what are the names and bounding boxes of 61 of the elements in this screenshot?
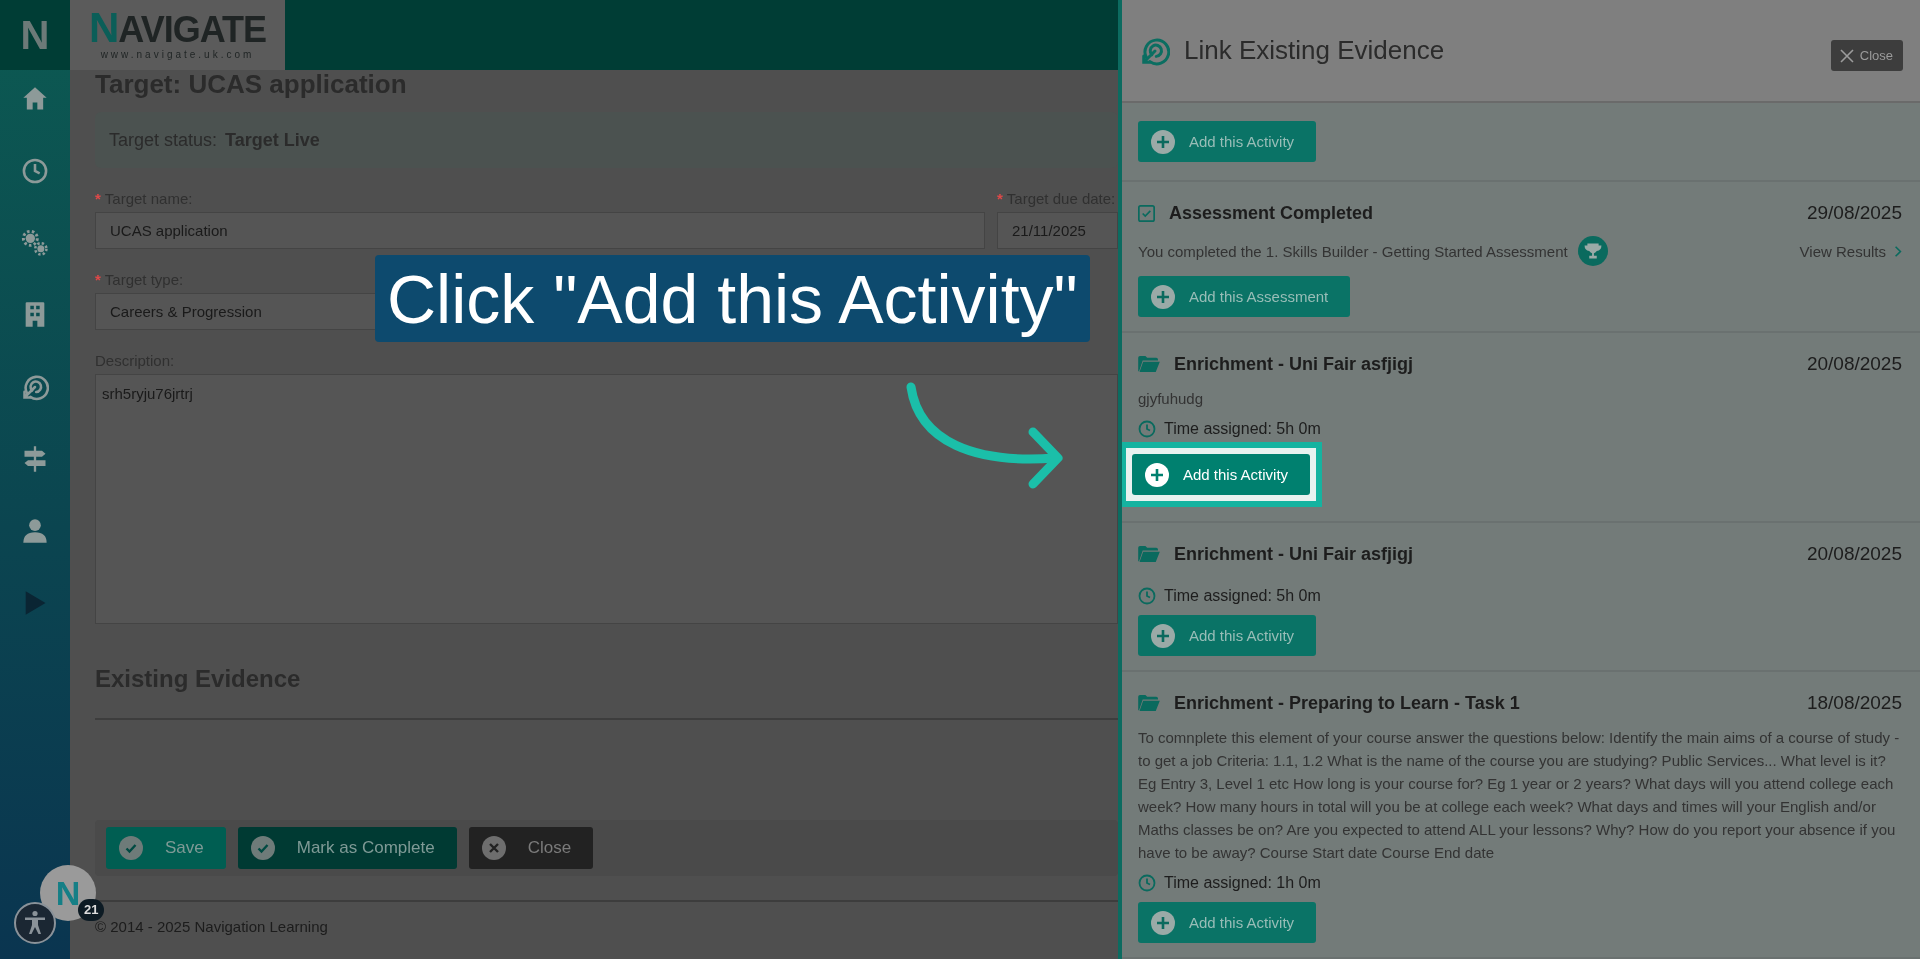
plus-icon bbox=[1151, 623, 1175, 648]
item-description: gjyfuhudg bbox=[1138, 389, 1205, 409]
check-icon bbox=[119, 836, 143, 860]
close-button[interactable]: Close bbox=[468, 827, 594, 869]
add-button[interactable]: Add this Assessment bbox=[1138, 276, 1351, 317]
folder-icon bbox=[1138, 694, 1160, 712]
close-icon bbox=[1838, 47, 1855, 64]
clock-icon bbox=[1138, 587, 1156, 605]
gears-icon[interactable] bbox=[21, 229, 49, 257]
item-title: Enrichment - Uni Fair asfjigj bbox=[1174, 353, 1414, 375]
home-icon[interactable] bbox=[21, 85, 49, 113]
time-assigned: Time assigned: 5h 0m bbox=[1164, 420, 1321, 438]
required-mark: * bbox=[95, 271, 101, 288]
folder-icon bbox=[1138, 545, 1160, 563]
trophy-icon bbox=[1577, 236, 1608, 266]
item-date: 20/08/2025 bbox=[1806, 353, 1902, 375]
accessibility-icon[interactable] bbox=[13, 901, 57, 945]
time-assigned: Time assigned: 1h 0m bbox=[1164, 874, 1321, 892]
clock-icon bbox=[1138, 874, 1156, 892]
complete-button[interactable]: Mark as Complete bbox=[237, 827, 457, 869]
view-results-link[interactable]: View Results bbox=[1799, 242, 1902, 260]
checkbox-icon bbox=[1138, 204, 1155, 222]
person-icon[interactable] bbox=[21, 517, 49, 545]
item-title: Enrichment - Uni Fair asfjigj bbox=[1174, 543, 1414, 565]
add-button[interactable]: Add this Activity bbox=[1138, 615, 1317, 656]
plus-icon bbox=[1151, 284, 1175, 309]
item-date: 18/08/2025 bbox=[1806, 692, 1902, 714]
input-field[interactable]: 21/11/2025 bbox=[997, 212, 1118, 249]
plus-icon bbox=[1145, 462, 1169, 487]
add-button[interactable]: Add this Activity bbox=[1138, 121, 1317, 162]
plus-icon bbox=[1151, 910, 1175, 935]
logo[interactable]: N bbox=[0, 0, 70, 70]
folder-icon bbox=[1138, 355, 1160, 373]
required-mark: * bbox=[95, 190, 101, 207]
input-field[interactable]: UCAS application bbox=[95, 212, 985, 249]
description-field[interactable]: srh5ryju76jrtrj bbox=[95, 374, 1118, 624]
item-date: 20/08/2025 bbox=[1806, 543, 1902, 565]
target-icon[interactable] bbox=[21, 373, 49, 401]
item-date: 29/08/2025 bbox=[1806, 202, 1902, 224]
panel-title: Link Existing Evidence bbox=[1184, 35, 1445, 66]
required-mark: * bbox=[997, 190, 1003, 207]
chevron-icon bbox=[1894, 244, 1902, 258]
close-button[interactable]: Close bbox=[1830, 40, 1903, 71]
time-assigned: Time assigned: 5h 0m bbox=[1164, 587, 1321, 605]
item-description: To comnplete this element of your course answer the questions below: Identify the main aims of a course of study - to get a job Criteria: 1.1, 1.2 What is the name of the course you are studying? Public Services... What level is it? Eg Entry 3, Level 1 etc How long is your course for? Eg 1 year or 2 years? What days will you attend college each week? How many hours in total will you be at college each week? What days and times will your English and/or Maths classes be on? Are you expected to attend ALL your lessons? Why? How do you report your absence if you have to be away? Course Start date Course End date bbox=[1138, 728, 1901, 863]
item-title: Enrichment - Preparing to Learn - Task 1 bbox=[1174, 692, 1520, 714]
plus-icon bbox=[1151, 129, 1175, 154]
logo[interactable]: NAVIGATE www.navigate.uk.com bbox=[70, 0, 285, 70]
add-button[interactable]: Add this Activity bbox=[1132, 454, 1311, 495]
item-description: You completed the 1. Skills Builder - Getting Started Assessment bbox=[1138, 242, 1568, 260]
clock-icon bbox=[1138, 420, 1156, 438]
instruction-tooltip: Click "Add this Activity" bbox=[375, 255, 1090, 342]
logo-url: www.navigate.uk.com bbox=[100, 49, 255, 61]
save-button[interactable]: Save bbox=[106, 827, 226, 869]
close-icon bbox=[481, 836, 506, 860]
notification-badge: 21 bbox=[78, 899, 105, 921]
item-title: Assessment Completed bbox=[1169, 202, 1374, 224]
check-icon bbox=[250, 836, 275, 860]
logo-title: NAVIGATE bbox=[89, 9, 266, 49]
clock-icon[interactable] bbox=[21, 157, 49, 185]
add-button[interactable]: Add this Activity bbox=[1138, 902, 1317, 943]
